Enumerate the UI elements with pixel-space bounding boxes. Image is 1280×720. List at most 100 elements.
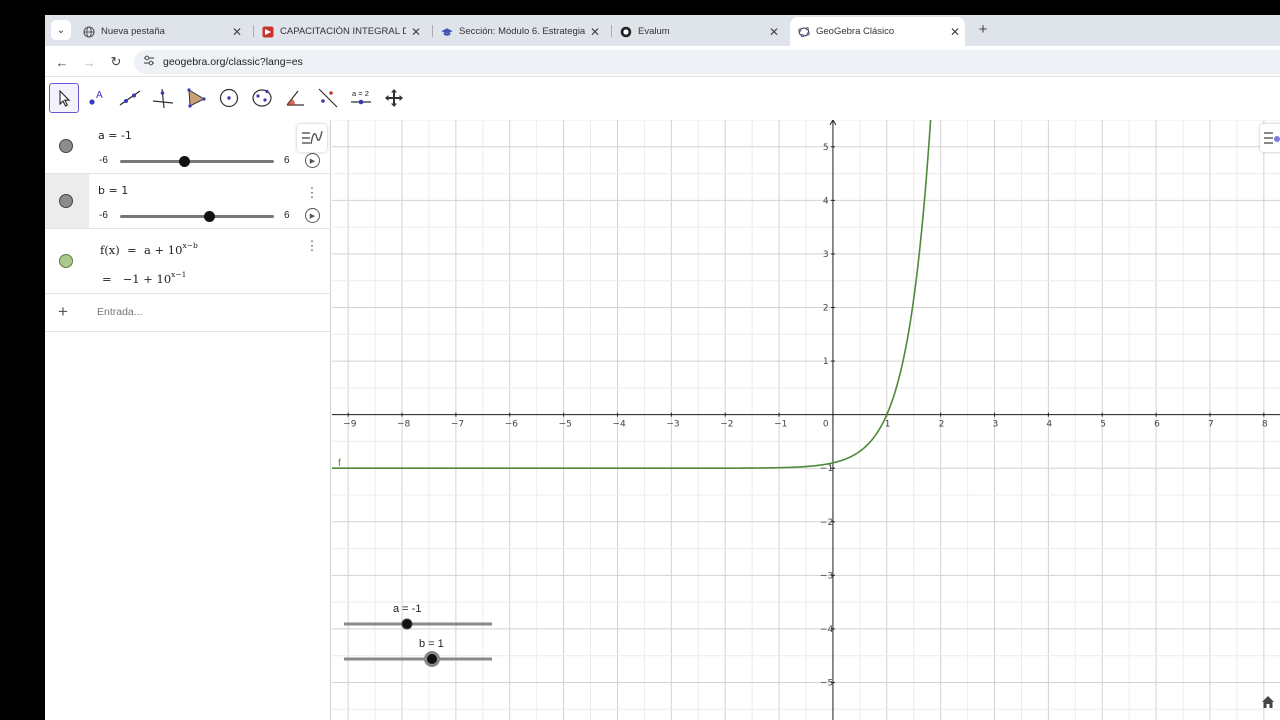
slider-a-knob[interactable] bbox=[178, 156, 190, 167]
function-definition[interactable]: f(x) = a + 10x−b bbox=[100, 241, 198, 257]
reflect-about-line-icon bbox=[318, 88, 338, 108]
more-options-icon[interactable]: ⋮ bbox=[304, 239, 320, 255]
graphics-slider-b-label: b = 1 bbox=[419, 638, 444, 650]
move-tool[interactable] bbox=[49, 83, 79, 113]
reflect-tool[interactable] bbox=[313, 83, 343, 113]
graphics-slider-a-label: a = -1 bbox=[393, 603, 421, 615]
polygon-icon bbox=[187, 88, 206, 108]
y-tick-label: 4 bbox=[823, 196, 829, 206]
evalum-icon bbox=[620, 26, 632, 38]
x-tick-label: −4 bbox=[612, 420, 626, 430]
move-graphics-view-tool[interactable] bbox=[379, 83, 409, 113]
slider-b-track[interactable] bbox=[120, 215, 274, 218]
tab-capacitacion[interactable]: CAPACITACIÓN INTEGRAL DOC ✕ bbox=[254, 17, 426, 46]
x-tick-label: 3 bbox=[993, 420, 999, 430]
visibility-toggle[interactable] bbox=[59, 194, 73, 208]
tab-geogebra[interactable]: GeoGebra Clásico ✕ bbox=[790, 17, 965, 46]
slider-icon: a = 2 bbox=[351, 89, 371, 105]
more-options-icon[interactable]: ⋮ bbox=[304, 186, 320, 202]
angle-icon bbox=[286, 90, 304, 106]
algebra-input-row[interactable]: + Entrada... bbox=[45, 294, 331, 332]
tab-title: Evalum bbox=[638, 26, 670, 37]
tab-title: Sección: Módulo 6. Estrategias bbox=[459, 26, 585, 37]
close-tab-icon[interactable]: ✕ bbox=[406, 25, 426, 39]
visibility-toggle[interactable] bbox=[59, 139, 73, 153]
tab-nueva-pestana[interactable]: Nueva pestaña ✕ bbox=[75, 17, 247, 46]
play-button[interactable]: ▶ bbox=[305, 153, 320, 168]
slider-b-min: -6 bbox=[99, 210, 108, 221]
point-icon: A bbox=[89, 90, 103, 105]
reload-icon: ↻ bbox=[110, 54, 122, 69]
play-icon: ▶ bbox=[309, 212, 316, 220]
slider-b-label: b = 1 bbox=[98, 184, 129, 197]
close-tab-icon[interactable]: ✕ bbox=[945, 25, 965, 39]
svg-text:A: A bbox=[96, 90, 103, 101]
close-tab-icon[interactable]: ✕ bbox=[585, 25, 605, 39]
graphics-canvas[interactable]: −9 −8 −7 −6 −5 −4 −3 −2 −1 0 1 2 3 4 5 6 7 8 5 4 3 2 1 −1 −2 −3 −4… bbox=[332, 120, 1280, 720]
tab-search-button[interactable]: ⌄ bbox=[51, 20, 71, 40]
function-f-curve[interactable] bbox=[332, 120, 932, 470]
graphics-slider-a-knob[interactable] bbox=[401, 618, 413, 630]
graphics-style-icon bbox=[1264, 132, 1280, 144]
circle-icon bbox=[219, 88, 239, 108]
graphics-style-bar-toggle[interactable] bbox=[1260, 124, 1280, 152]
visibility-toggle[interactable] bbox=[59, 254, 73, 268]
tab-title: GeoGebra Clásico bbox=[816, 26, 895, 37]
plus-icon[interactable]: + bbox=[58, 302, 68, 322]
browser-window: ⌄ Nueva pestaña ✕ CAPACITACIÓN INTEGRAL … bbox=[45, 15, 1280, 720]
algebra-row-slider-a[interactable]: a = -1 -6 6 ▶ bbox=[45, 120, 331, 174]
algebra-style-bar-toggle[interactable] bbox=[297, 124, 327, 152]
slider-tool[interactable]: a = 2 bbox=[346, 83, 376, 113]
move-arrows-icon bbox=[385, 89, 403, 107]
navigation-bar: ← → ↻ geogebra.org/classic?lang=es bbox=[45, 46, 1280, 77]
line-tool[interactable] bbox=[115, 83, 145, 113]
site-settings-icon[interactable] bbox=[143, 55, 155, 69]
ellipse-icon bbox=[252, 89, 272, 107]
new-tab-button[interactable]: + bbox=[973, 19, 993, 39]
x-tick-label: 8 bbox=[1262, 420, 1268, 430]
forward-button[interactable]: → bbox=[79, 52, 99, 72]
play-button[interactable]: ▶ bbox=[305, 208, 320, 223]
arrow-left-icon: ← bbox=[55, 54, 69, 70]
algebra-view: a = -1 -6 6 ▶ b = 1 ⋮ -6 6 ▶ f(x) = a + … bbox=[45, 120, 331, 720]
slider-b-knob[interactable] bbox=[204, 211, 216, 222]
circle-center-point-tool[interactable] bbox=[214, 83, 244, 113]
algebra-row-slider-b[interactable]: b = 1 ⋮ -6 6 ▶ bbox=[45, 174, 331, 229]
y-tick-label: 3 bbox=[823, 250, 829, 260]
y-tick-label: 5 bbox=[823, 143, 829, 153]
line-through-points-icon bbox=[119, 90, 141, 106]
home-icon[interactable] bbox=[1260, 694, 1276, 710]
ellipse-tool[interactable] bbox=[247, 83, 277, 113]
x-tick-label: −8 bbox=[397, 420, 411, 430]
graphics-slider-b[interactable]: b = 1 bbox=[344, 638, 492, 667]
graphics-slider-a[interactable]: a = -1 bbox=[344, 603, 492, 630]
y-tick-label: −2 bbox=[820, 518, 833, 528]
back-button[interactable]: ← bbox=[52, 52, 72, 72]
angle-tool[interactable] bbox=[280, 83, 310, 113]
point-tool[interactable]: A bbox=[82, 83, 112, 113]
x-tick-label: 5 bbox=[1100, 420, 1106, 430]
perpendicular-line-tool[interactable] bbox=[148, 83, 178, 113]
globe-icon bbox=[83, 25, 95, 38]
graphics-slider-b-knob[interactable] bbox=[427, 654, 437, 664]
slider-a-track[interactable] bbox=[120, 160, 274, 163]
geogebra-icon bbox=[798, 26, 810, 38]
close-tab-icon[interactable]: ✕ bbox=[227, 25, 247, 39]
x-tick-label: −1 bbox=[774, 420, 787, 430]
tab-evalum[interactable]: Evalum ✕ bbox=[612, 17, 784, 46]
geogebra-toolbar: A a = 2 bbox=[45, 78, 1280, 120]
reload-button[interactable]: ↻ bbox=[106, 52, 126, 72]
graphics-view[interactable]: −9 −8 −7 −6 −5 −4 −3 −2 −1 0 1 2 3 4 5 6 7 8 5 4 3 2 1 −1 −2 −3 −4… bbox=[332, 120, 1280, 720]
tab-title: CAPACITACIÓN INTEGRAL DOC bbox=[280, 26, 406, 37]
url-text: geogebra.org/classic?lang=es bbox=[163, 56, 303, 68]
address-bar[interactable]: geogebra.org/classic?lang=es bbox=[134, 50, 1280, 74]
tab-seccion-modulo[interactable]: Sección: Módulo 6. Estrategias ✕ bbox=[433, 17, 605, 46]
algebra-row-function-f[interactable]: f(x) = a + 10x−b ⋮ = −1 + 10x−1 bbox=[45, 229, 331, 294]
algebra-description-icon bbox=[302, 130, 323, 145]
close-tab-icon[interactable]: ✕ bbox=[764, 25, 784, 39]
slides-icon bbox=[262, 26, 274, 38]
algebra-input[interactable]: Entrada... bbox=[97, 306, 143, 318]
x-tick-label: −2 bbox=[720, 420, 733, 430]
polygon-tool[interactable] bbox=[181, 83, 211, 113]
x-tick-label: −3 bbox=[666, 420, 679, 430]
